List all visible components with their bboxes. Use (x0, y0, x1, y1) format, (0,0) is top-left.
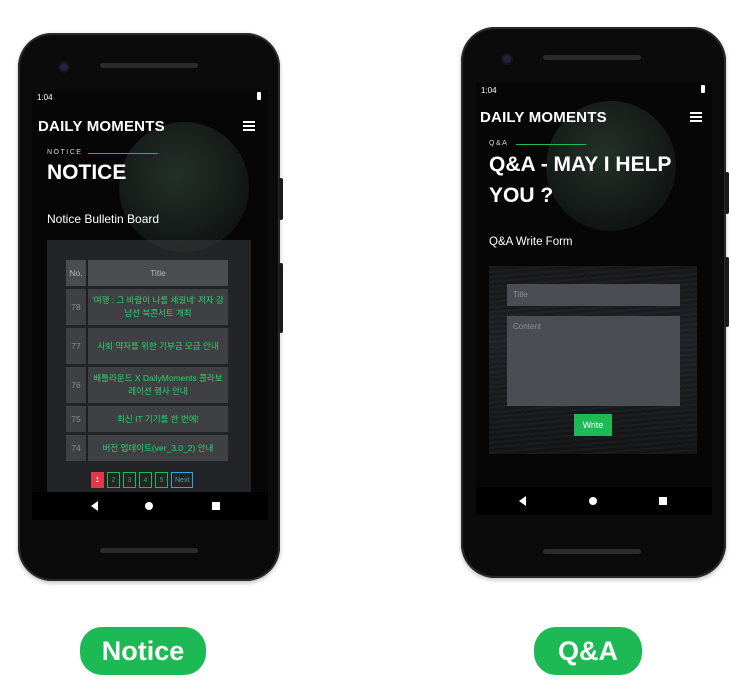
caption-qa: Q&A (534, 627, 642, 675)
power-button (279, 178, 283, 220)
form-subheading: Q&A Write Form (489, 236, 573, 248)
title-input[interactable]: Title (507, 284, 680, 306)
table-row[interactable]: 78 '여행 : 그 바람이 나를 세웠네' 저자 강남선 북콘서트 개최 (66, 289, 228, 325)
next-page-button[interactable]: Next (171, 472, 194, 488)
qa-screen: 1:04 DAILY MOMENTS Q&A Q&A - MAY I HELP … (476, 83, 712, 515)
battery-icon (257, 92, 261, 100)
volume-button (279, 263, 283, 333)
page-title: NOTICE (47, 161, 127, 184)
status-time: 1:04 (37, 93, 53, 102)
front-camera (503, 55, 511, 63)
status-time: 1:04 (481, 86, 497, 95)
row-title-link[interactable]: 배틀라운드 X DailyMoments 콜라보레이션 행사 안내 (86, 367, 228, 403)
write-button[interactable]: Write (574, 414, 612, 436)
notice-table: No. Title 78 '여행 : 그 바람이 나를 세웠네' 저자 강남선 … (66, 257, 228, 464)
page-title-line2: YOU ? (489, 184, 554, 207)
table-row[interactable]: 75 최신 IT 기기를 한 번에! (66, 406, 228, 432)
recent-apps-icon[interactable] (659, 497, 667, 505)
phone-notice: 1:04 DAILY MOMENTS NOTICE NOTICE Notice … (18, 33, 283, 581)
kicker-divider (88, 153, 158, 154)
column-header-title: Title (86, 260, 228, 286)
home-icon[interactable] (145, 502, 153, 510)
row-number: 75 (66, 406, 86, 432)
content-textarea[interactable]: Content (507, 316, 680, 406)
row-title-link[interactable]: 사회 약자를 위한 기부금 모금 안내 (86, 328, 228, 364)
table-header-row: No. Title (66, 260, 228, 286)
hamburger-menu-icon[interactable] (243, 121, 255, 131)
background-moon (119, 122, 249, 252)
back-icon[interactable] (91, 501, 98, 511)
page-title-line1: Q&A - MAY I HELP (489, 153, 672, 176)
bottom-speaker (100, 548, 198, 553)
table-row[interactable]: 74 버전 업데이트(ver_3.0_2) 안내 (66, 435, 228, 461)
page-link-4[interactable]: 4 (139, 472, 152, 488)
row-title-link[interactable]: '여행 : 그 바람이 나를 세웠네' 저자 강남선 북콘서트 개최 (86, 289, 228, 325)
battery-icon (701, 85, 705, 93)
brand-title[interactable]: DAILY MOMENTS (480, 109, 607, 126)
home-icon[interactable] (589, 497, 597, 505)
row-number: 74 (66, 435, 86, 461)
table-row[interactable]: 76 배틀라운드 X DailyMoments 콜라보레이션 행사 안내 (66, 367, 228, 403)
android-nav-bar (32, 492, 268, 520)
phone-qa: 1:04 DAILY MOMENTS Q&A Q&A - MAY I HELP … (461, 27, 729, 578)
bottom-speaker (543, 549, 641, 554)
power-button (725, 172, 729, 214)
hamburger-menu-icon[interactable] (690, 112, 702, 122)
column-header-no: No. (66, 260, 86, 286)
notice-screen: 1:04 DAILY MOMENTS NOTICE NOTICE Notice … (32, 90, 268, 520)
caption-notice: Notice (80, 627, 206, 675)
row-number: 78 (66, 289, 86, 325)
row-number: 76 (66, 367, 86, 403)
table-row[interactable]: 77 사회 약자를 위한 기부금 모금 안내 (66, 328, 228, 364)
front-camera (60, 63, 68, 71)
android-nav-bar (476, 487, 712, 515)
page-link-1[interactable]: 1 (91, 472, 104, 488)
back-icon[interactable] (519, 496, 526, 506)
page-link-5[interactable]: 5 (155, 472, 168, 488)
earpiece-speaker (100, 63, 198, 68)
section-kicker: Q&A (489, 140, 509, 147)
kicker-divider (516, 144, 586, 145)
section-kicker: NOTICE (47, 149, 83, 156)
pagination: 1 2 3 4 5 Next (91, 472, 194, 488)
row-title-link[interactable]: 최신 IT 기기를 한 번에! (86, 406, 228, 432)
brand-title[interactable]: DAILY MOMENTS (38, 118, 165, 135)
row-number: 77 (66, 328, 86, 364)
board-subheading: Notice Bulletin Board (47, 212, 160, 226)
status-bar: 1:04 (32, 90, 268, 104)
recent-apps-icon[interactable] (212, 502, 220, 510)
volume-button (725, 257, 729, 327)
page-link-3[interactable]: 3 (123, 472, 136, 488)
page-link-2[interactable]: 2 (107, 472, 120, 488)
earpiece-speaker (543, 55, 641, 60)
row-title-link[interactable]: 버전 업데이트(ver_3.0_2) 안내 (86, 435, 228, 461)
status-bar: 1:04 (476, 83, 712, 97)
